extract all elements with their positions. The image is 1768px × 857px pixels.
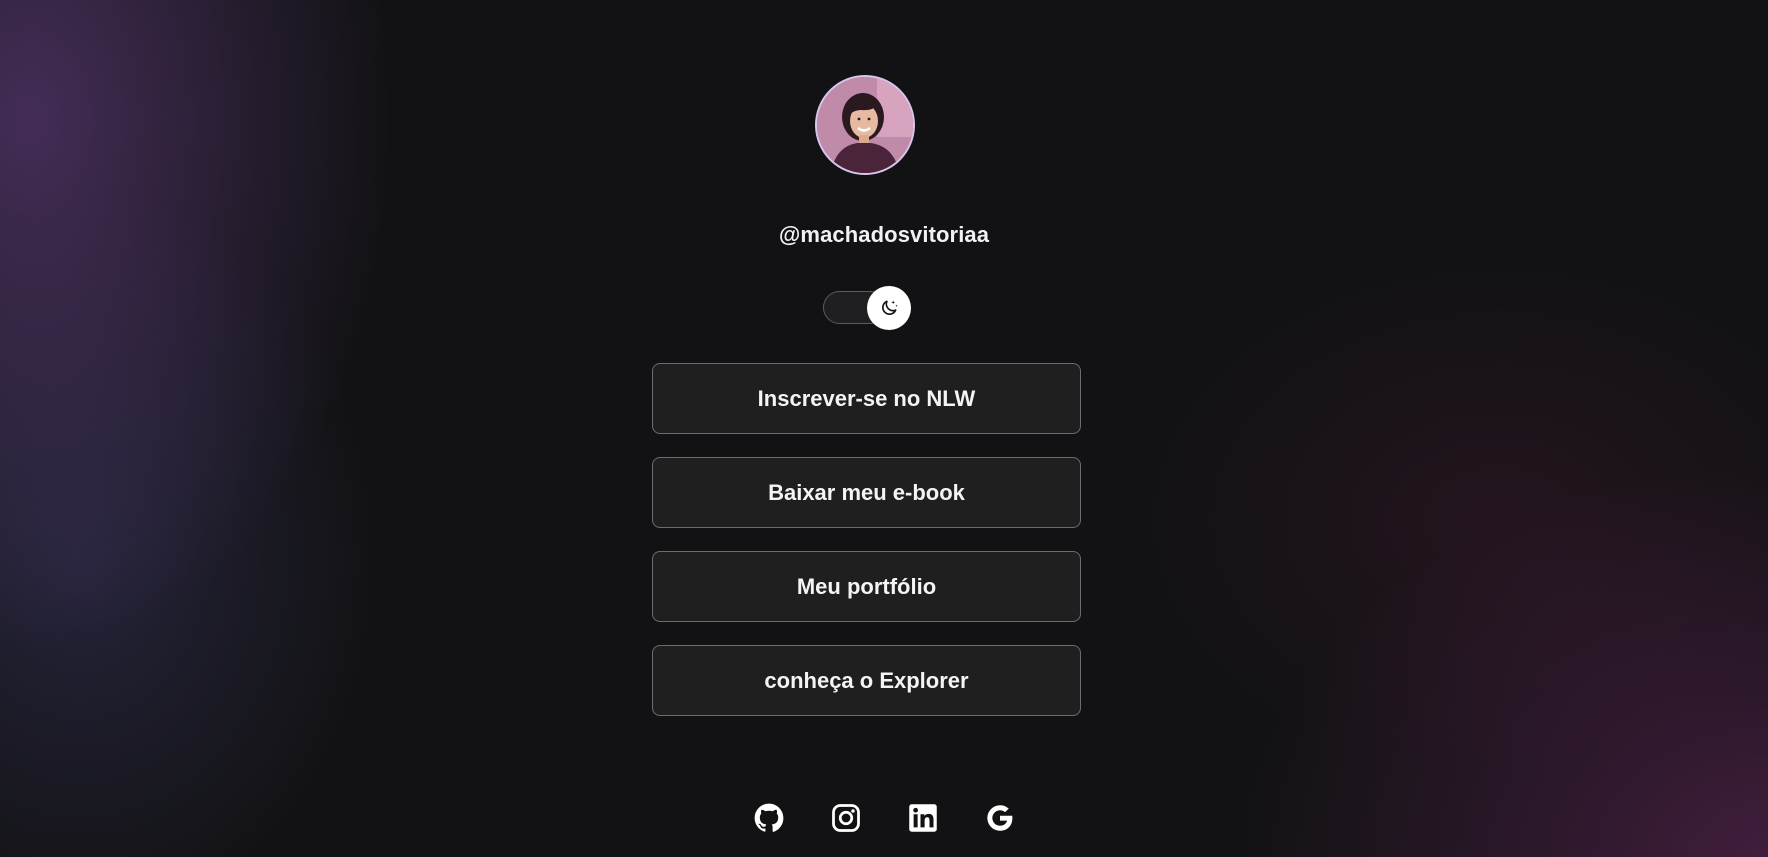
page: @machadosvitoriaa Inscrever-se no NLW Ba… xyxy=(0,0,1768,857)
link-portfolio-button[interactable]: Meu portfólio xyxy=(652,551,1081,622)
theme-toggle[interactable] xyxy=(823,286,911,330)
instagram-icon[interactable] xyxy=(831,803,861,833)
social-links xyxy=(0,803,1768,833)
link-nlw-button[interactable]: Inscrever-se no NLW xyxy=(652,363,1081,434)
link-ebook-button[interactable]: Baixar meu e-book xyxy=(652,457,1081,528)
links-list: Inscrever-se no NLW Baixar meu e-book Me… xyxy=(652,363,1081,739)
toggle-knob[interactable] xyxy=(867,286,911,330)
link-explorer-button[interactable]: conheça o Explorer xyxy=(652,645,1081,716)
github-icon[interactable] xyxy=(754,803,784,833)
linkedin-icon[interactable] xyxy=(908,803,938,833)
google-icon[interactable] xyxy=(985,803,1015,833)
moon-stars-icon xyxy=(882,300,898,315)
username: @machadosvitoriaa xyxy=(778,222,990,247)
profile-photo xyxy=(817,77,913,173)
avatar xyxy=(815,75,915,175)
